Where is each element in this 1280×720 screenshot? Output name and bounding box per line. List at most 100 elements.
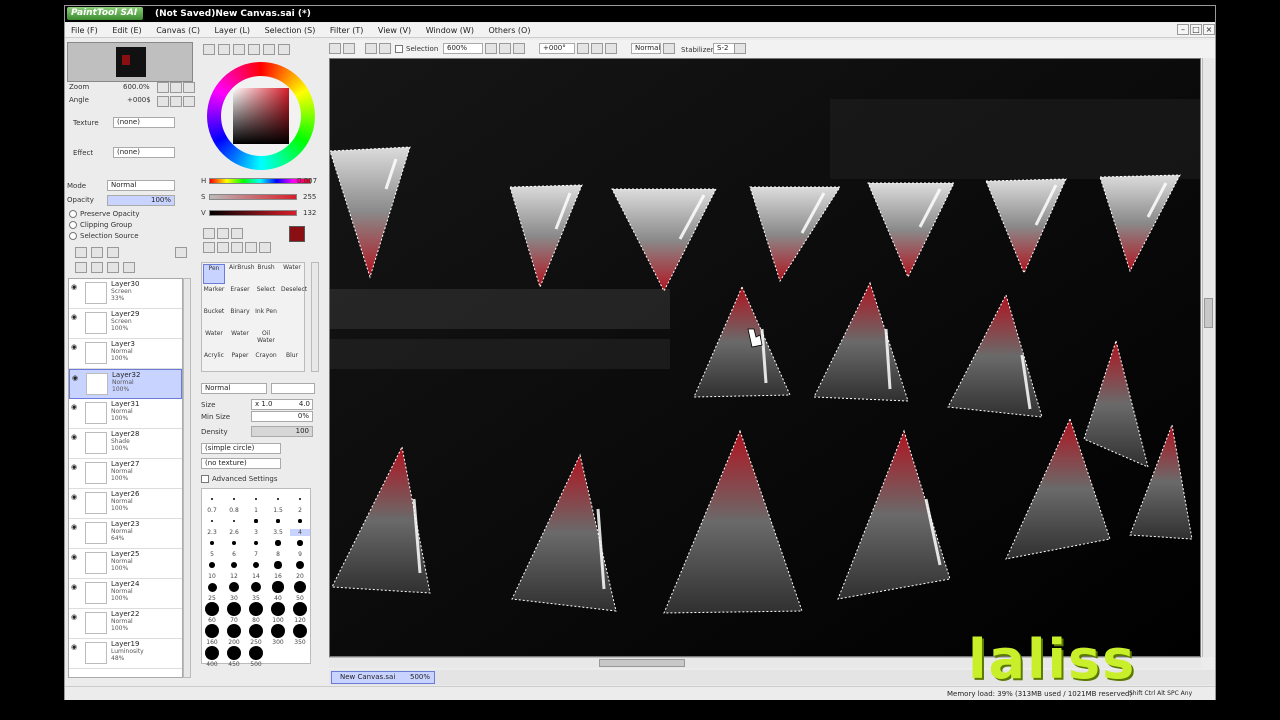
select-rect-icon[interactable] <box>203 228 215 239</box>
layer-row[interactable]: ◉ Layer19 Luminosity 48% <box>69 639 182 669</box>
mode-menu-icon[interactable] <box>663 43 675 54</box>
tool-button[interactable]: Water <box>203 330 225 350</box>
layer-row[interactable]: ◉ Layer24 Normal 100% <box>69 579 182 609</box>
zoom-fit-icon[interactable] <box>513 43 525 54</box>
layer-row[interactable]: ◉ Layer22 Normal 100% <box>69 609 182 639</box>
brush-size-dot[interactable] <box>227 646 241 660</box>
canvas-vertical-scrollbar[interactable] <box>1202 58 1214 657</box>
eye-icon[interactable]: ◉ <box>71 283 81 291</box>
tool-button[interactable]: Acrylic <box>203 352 225 372</box>
rotate-right-icon[interactable] <box>170 96 182 107</box>
saturation-slider[interactable] <box>209 194 297 200</box>
layer-mode-select[interactable]: Normal <box>107 180 175 191</box>
eye-icon[interactable]: ◉ <box>71 313 81 321</box>
layer-row[interactable]: ◉ Layer26 Normal 100% <box>69 489 182 519</box>
hue-slider[interactable] <box>209 178 311 184</box>
tool-button[interactable]: Oil Water <box>255 330 277 350</box>
magic-wand-icon[interactable] <box>231 228 243 239</box>
zoom-minus-icon[interactable] <box>485 43 497 54</box>
layer-row[interactable]: ◉ Layer23 Normal 64% <box>69 519 182 549</box>
flip-icon[interactable] <box>605 43 617 54</box>
brush-size-dot[interactable] <box>252 561 260 569</box>
brush-size-dot[interactable] <box>205 624 219 638</box>
texture-select[interactable]: (none) <box>113 117 175 128</box>
effect-select[interactable]: (none) <box>113 147 175 158</box>
brush-size-dot[interactable] <box>271 624 285 638</box>
brush-shape-select[interactable]: (simple circle) <box>201 443 281 454</box>
brush-edge-shapes[interactable] <box>271 383 315 394</box>
brush-size-dot[interactable] <box>205 646 219 660</box>
brush-size-dot[interactable] <box>293 602 307 616</box>
clipping-group-checkbox[interactable]: Clipping Group <box>69 221 132 229</box>
tool-button[interactable]: Eraser <box>229 286 251 306</box>
move-icon[interactable] <box>203 242 215 253</box>
brush-size-dot[interactable] <box>298 497 302 501</box>
merge-down-icon[interactable] <box>91 262 103 273</box>
brush-size-dot[interactable] <box>249 624 263 638</box>
primary-color-swatch[interactable] <box>289 226 305 242</box>
brush-size-dot[interactable] <box>232 519 236 523</box>
tool-button[interactable]: Pen <box>203 264 225 284</box>
deselect-icon[interactable] <box>365 43 377 54</box>
brush-size-dot[interactable] <box>298 519 302 523</box>
brush-size-dot[interactable] <box>276 519 280 523</box>
menu-view[interactable]: View (V) <box>372 23 417 38</box>
eye-icon[interactable]: ◉ <box>71 553 81 561</box>
minimize-button[interactable]: – <box>1177 24 1189 35</box>
selection-source-checkbox[interactable]: Selection Source <box>69 232 139 240</box>
swatches-tab-icon[interactable] <box>248 44 260 55</box>
menu-file[interactable]: File (F) <box>65 23 104 38</box>
menu-edit[interactable]: Edit (E) <box>106 23 147 38</box>
layer-options-icon[interactable] <box>175 247 187 258</box>
layer-row[interactable]: ◉ Layer3 Normal 100% <box>69 339 182 369</box>
close-button[interactable]: × <box>1203 24 1215 35</box>
saturation-value-square[interactable] <box>233 88 289 144</box>
tool-palette-scrollbar[interactable] <box>311 262 319 372</box>
brush-size-dot[interactable] <box>227 624 241 638</box>
transfer-down-icon[interactable] <box>75 262 87 273</box>
brush-size-dot[interactable] <box>276 497 280 501</box>
brush-size-dot[interactable] <box>231 540 237 546</box>
zoom-select[interactable]: 600% <box>443 43 483 54</box>
maximize-button[interactable]: □ <box>1190 24 1202 35</box>
rotate-reset-icon[interactable] <box>183 96 195 107</box>
tool-button[interactable]: Select <box>255 286 277 306</box>
eye-icon[interactable]: ◉ <box>71 523 81 531</box>
hand-tool-icon[interactable] <box>245 242 257 253</box>
menu-layer[interactable]: Layer (L) <box>209 23 257 38</box>
tool-button[interactable]: Brush <box>255 264 277 284</box>
navigator-preview[interactable] <box>67 42 193 82</box>
stabilizer-dropdown-icon[interactable] <box>734 43 746 54</box>
delete-layer-icon[interactable] <box>123 262 135 273</box>
color-wheel-tab-icon[interactable] <box>203 44 215 55</box>
brush-size-dot[interactable] <box>207 582 217 592</box>
eye-icon[interactable]: ◉ <box>71 583 81 591</box>
layer-row[interactable]: ◉ Layer27 Normal 100% <box>69 459 182 489</box>
angle-select[interactable]: +000° <box>539 43 575 54</box>
size-slider[interactable]: x 1.0 4.0 <box>251 399 313 410</box>
eye-icon[interactable]: ◉ <box>71 643 81 651</box>
zoom-out-icon[interactable] <box>157 82 169 93</box>
zoom-reset-icon[interactable] <box>183 82 195 93</box>
brush-size-dot[interactable] <box>209 540 214 545</box>
brush-size-dot[interactable] <box>249 602 263 616</box>
canvas-tab[interactable]: New Canvas.sai 500% <box>331 671 435 684</box>
brush-size-dot[interactable] <box>205 602 219 616</box>
eye-icon[interactable]: ◉ <box>71 463 81 471</box>
angle-value[interactable]: +000$ <box>127 96 151 104</box>
tool-button[interactable] <box>281 330 303 350</box>
tool-button[interactable]: AirBrush <box>229 264 255 284</box>
brush-size-dot[interactable] <box>249 646 263 660</box>
brush-texture-select[interactable]: (no texture) <box>201 458 281 469</box>
tool-button[interactable]: Marker <box>203 286 225 306</box>
brush-mode-select[interactable]: Normal <box>201 383 267 394</box>
brush-size-dot[interactable] <box>295 560 305 570</box>
undo-icon[interactable] <box>329 43 341 54</box>
brush-size-dot[interactable] <box>272 581 284 593</box>
eye-icon[interactable]: ◉ <box>72 374 82 382</box>
brush-size-dot[interactable] <box>227 602 241 616</box>
brush-size-dot[interactable] <box>255 498 257 500</box>
zoom-in-icon[interactable] <box>170 82 182 93</box>
menu-others[interactable]: Others (O) <box>483 23 537 38</box>
eye-icon[interactable]: ◉ <box>71 343 81 351</box>
